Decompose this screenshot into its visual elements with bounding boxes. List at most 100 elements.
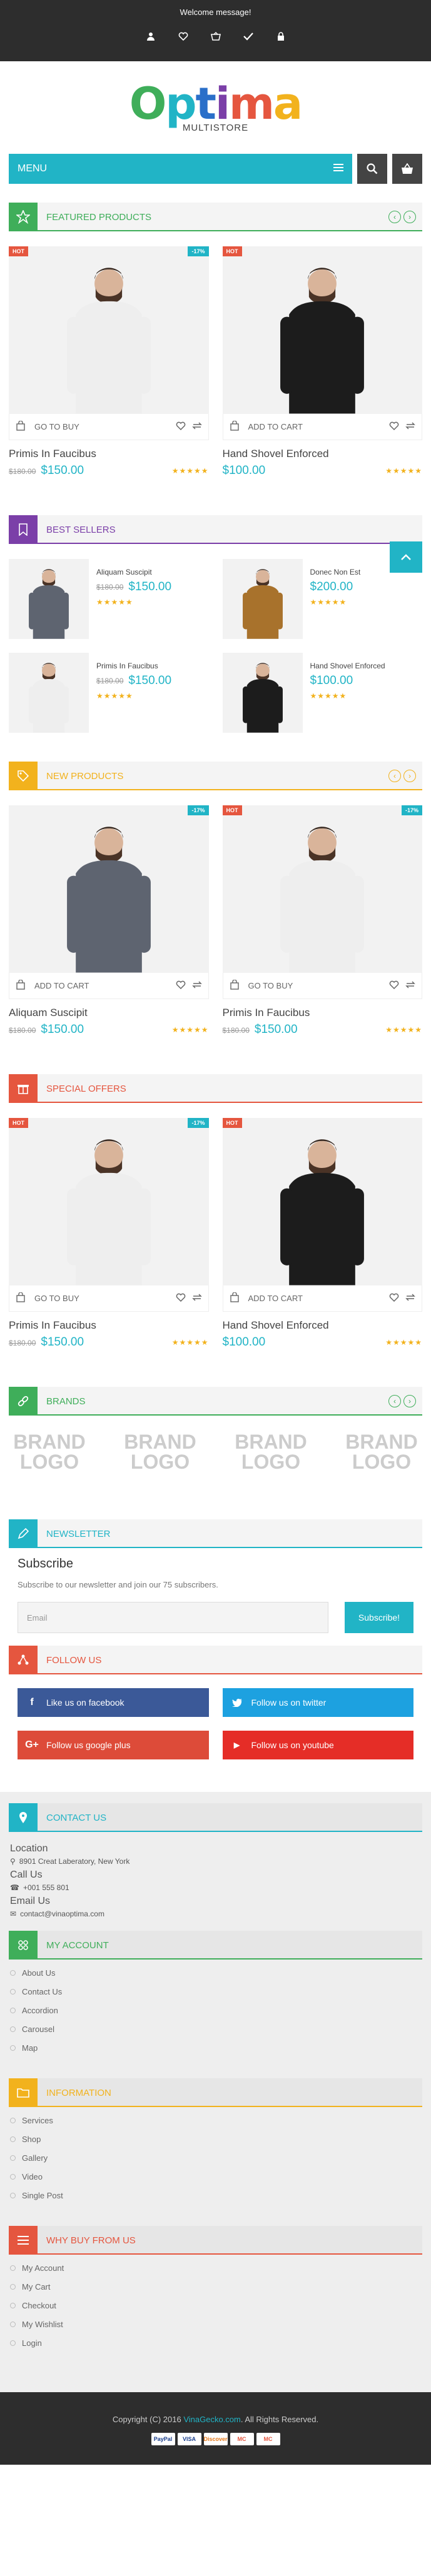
vinagecko-link[interactable]: VinaGecko.com [183, 2415, 241, 2424]
footer-link[interactable]: Contact Us [10, 1987, 421, 1996]
user-icon[interactable] [145, 31, 156, 42]
compare-icon[interactable] [405, 980, 415, 991]
footer-link[interactable]: My Cart [10, 2282, 421, 2292]
subscribe-button[interactable]: Subscribe! [345, 1602, 413, 1633]
featured-grid: HOT -17% GO TO BUY Primis In Faucibus $180.0… [9, 246, 422, 478]
email-label: Email Us [10, 1896, 51, 1906]
product-image[interactable] [9, 653, 89, 733]
add-to-cart-button[interactable]: ADD TO CART [248, 422, 303, 431]
product-image[interactable]: -17% [9, 805, 209, 973]
footer-link[interactable]: Map [10, 2043, 421, 2053]
prev-arrow-icon[interactable]: ‹ [388, 770, 401, 782]
bag-icon[interactable] [230, 420, 240, 433]
information-section: INFORMATION Services Shop Gallery Video Sing… [9, 2078, 422, 2226]
add-to-cart-button[interactable]: GO TO BUY [34, 1294, 79, 1303]
product-image[interactable] [222, 559, 303, 639]
wishlist-heart-icon[interactable] [389, 1293, 399, 1304]
add-to-cart-button[interactable]: GO TO BUY [34, 422, 79, 431]
site-logo[interactable]: Optima MULTISTORE [0, 61, 431, 154]
product-image[interactable]: HOT -17% [222, 805, 422, 973]
product-image[interactable]: HOT [222, 246, 422, 414]
facebook-button[interactable]: f Like us on facebook [18, 1688, 209, 1717]
compare-icon[interactable] [191, 1293, 202, 1304]
product-name[interactable]: Hand Shovel Enforced [310, 662, 385, 670]
footer-link[interactable]: Services [10, 2116, 421, 2125]
product-name[interactable]: Primis In Faucibus [9, 448, 209, 460]
old-price: $180.00 [9, 467, 36, 476]
brand-logo[interactable]: BRAND LOGO [9, 1432, 90, 1472]
next-arrow-icon[interactable]: › [403, 770, 416, 782]
compare-icon[interactable] [191, 980, 202, 991]
top-bar: Welcome message! [0, 0, 431, 61]
product-price: $150.00 [41, 464, 84, 477]
bag-icon[interactable] [16, 420, 26, 433]
footer-link[interactable]: My Account [10, 2263, 421, 2273]
compare-icon[interactable] [191, 421, 202, 432]
bag-icon[interactable] [230, 979, 240, 992]
bag-icon[interactable] [16, 1292, 26, 1304]
search-button[interactable] [357, 154, 387, 184]
brand-logo[interactable]: BRAND LOGO [341, 1432, 422, 1472]
prev-arrow-icon[interactable]: ‹ [388, 211, 401, 223]
add-to-cart-button[interactable]: ADD TO CART [248, 1294, 303, 1303]
google-plus-button[interactable]: G+ Follow us google plus [18, 1731, 209, 1759]
footer-link[interactable]: Video [10, 2172, 421, 2181]
footer-link[interactable]: About Us [10, 1968, 421, 1978]
wishlist-heart-icon[interactable] [176, 1293, 186, 1304]
product-name[interactable]: Primis In Faucibus [223, 1007, 423, 1019]
add-to-cart-button[interactable]: ADD TO CART [34, 981, 89, 990]
product-image[interactable]: HOT -17% [9, 246, 209, 414]
product-name[interactable]: Primis In Faucibus [9, 1319, 209, 1332]
product-name[interactable]: Primis In Faucibus [96, 662, 171, 670]
bag-icon[interactable] [16, 979, 26, 992]
wishlist-heart-icon[interactable] [176, 421, 186, 432]
product-image[interactable]: HOT [222, 1118, 422, 1285]
section-title: MY ACCOUNT [46, 1940, 109, 1951]
product-image[interactable] [9, 559, 89, 639]
product-image[interactable] [222, 653, 303, 733]
footer-link[interactable]: Accordion [10, 2006, 421, 2015]
product-name[interactable]: Hand Shovel Enforced [223, 448, 423, 460]
discount-badge: -17% [188, 805, 209, 815]
basket-button[interactable] [392, 154, 422, 184]
footer-link[interactable]: Carousel [10, 2025, 421, 2034]
footer-link[interactable]: My Wishlist [10, 2320, 421, 2329]
checkout-icon[interactable] [243, 31, 254, 42]
compare-icon[interactable] [405, 421, 415, 432]
wishlist-heart-icon[interactable] [176, 980, 186, 991]
rating-stars: ★★★★★ [385, 1338, 422, 1347]
lock-icon[interactable] [275, 31, 286, 42]
brand-logo[interactable]: BRAND LOGO [230, 1432, 312, 1472]
cart-icon[interactable] [210, 31, 221, 42]
wishlist-heart-icon[interactable] [389, 980, 399, 991]
twitter-button[interactable]: Follow us on twitter [222, 1688, 413, 1717]
menu-button[interactable]: MENU [9, 154, 352, 184]
add-to-cart-button[interactable]: GO TO BUY [248, 981, 293, 990]
follow-us-header: FOLLOW US [9, 1646, 422, 1674]
footer-link[interactable]: Checkout [10, 2301, 421, 2310]
next-arrow-icon[interactable]: › [403, 1395, 416, 1407]
product-image[interactable]: HOT -17% [9, 1118, 209, 1285]
link-icon [9, 1387, 38, 1416]
product-name[interactable]: Hand Shovel Enforced [223, 1319, 423, 1332]
email-input[interactable]: Email [18, 1602, 328, 1633]
product-name[interactable]: Aliquam Suscipit [9, 1007, 209, 1019]
wishlist-heart-icon[interactable] [389, 421, 399, 432]
phone-value[interactable]: +001 555 801 [23, 1883, 69, 1892]
compare-icon[interactable] [405, 1293, 415, 1304]
footer-link[interactable]: Login [10, 2338, 421, 2348]
bag-icon[interactable] [230, 1292, 240, 1304]
footer-link[interactable]: Single Post [10, 2191, 421, 2200]
bookmark-icon [9, 515, 38, 544]
brand-logo[interactable]: BRAND LOGO [119, 1432, 201, 1472]
footer-link[interactable]: Gallery [10, 2153, 421, 2163]
youtube-button[interactable]: ▶ Follow us on youtube [222, 1731, 413, 1759]
heart-icon[interactable] [178, 31, 189, 42]
product-name[interactable]: Donec Non Est [310, 568, 361, 576]
product-name[interactable]: Aliquam Suscipit [96, 568, 171, 576]
prev-arrow-icon[interactable]: ‹ [388, 1395, 401, 1407]
footer-link[interactable]: Shop [10, 2135, 421, 2144]
scroll-to-top-button[interactable] [390, 541, 422, 573]
next-arrow-icon[interactable]: › [403, 211, 416, 223]
email-value[interactable]: contact@vinaoptima.com [20, 1909, 104, 1918]
